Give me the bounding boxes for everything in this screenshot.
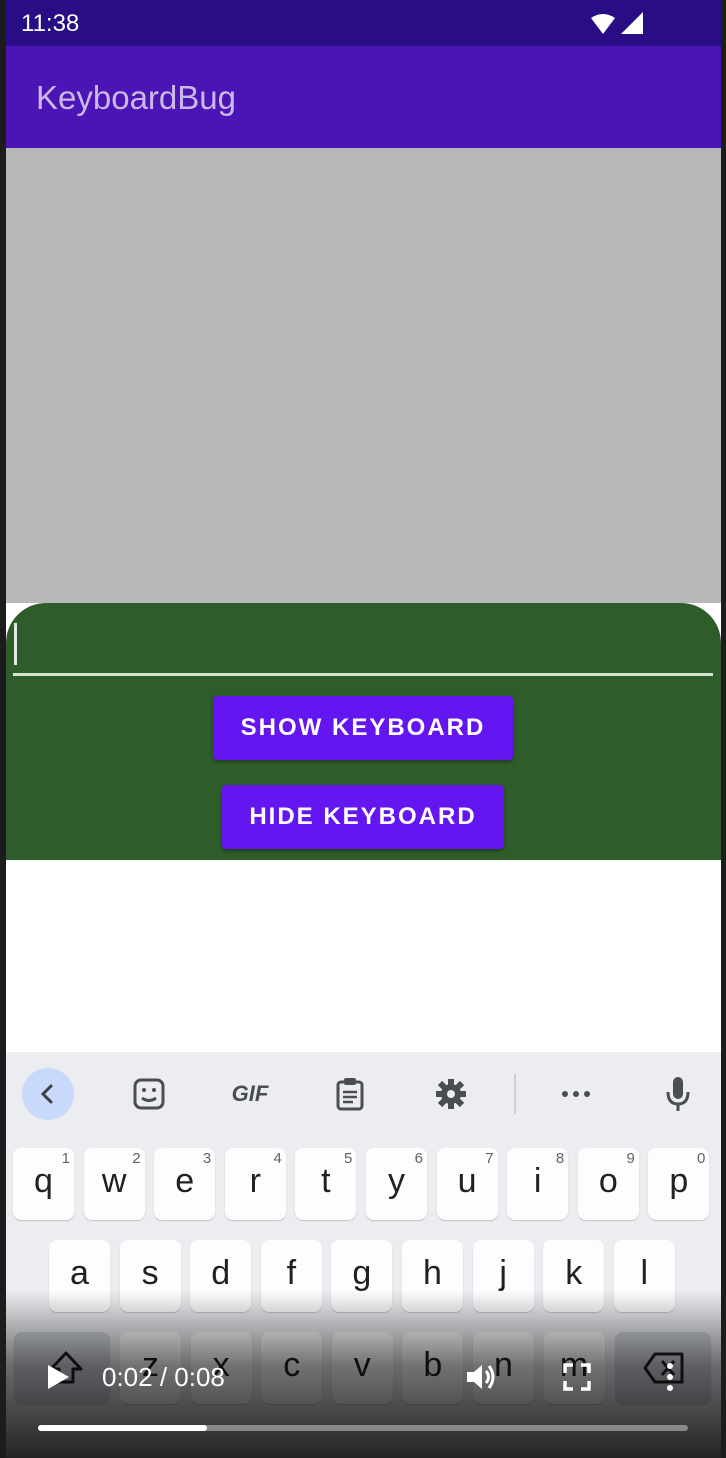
video-time: 0:02 / 0:08 xyxy=(102,1362,225,1392)
key-label: o xyxy=(598,1162,618,1200)
status-bar: 11:38 xyxy=(6,0,721,46)
key-h[interactable]: h xyxy=(402,1240,463,1312)
status-icons xyxy=(591,12,643,34)
more-horiz-icon xyxy=(562,1091,590,1097)
keyboard-toolbar: GIF xyxy=(6,1052,721,1136)
blank-area xyxy=(6,860,721,1052)
more-button[interactable] xyxy=(550,1068,602,1120)
key-label: w xyxy=(101,1162,127,1200)
key-label: u xyxy=(457,1162,477,1200)
key-q[interactable]: 1q xyxy=(13,1148,74,1220)
key-label: e xyxy=(175,1162,195,1200)
key-o[interactable]: 9o xyxy=(577,1148,639,1220)
text-input[interactable] xyxy=(13,617,713,676)
key-s[interactable]: s xyxy=(119,1240,181,1312)
toolbar-divider xyxy=(514,1074,516,1114)
cell-signal-icon xyxy=(621,12,643,34)
app-bar: KeyboardBug xyxy=(6,46,721,148)
key-label: p xyxy=(669,1162,689,1200)
key-label: j xyxy=(499,1254,507,1292)
key-t[interactable]: 5t xyxy=(295,1148,357,1220)
video-progress-bar[interactable] xyxy=(38,1425,688,1431)
key-g[interactable]: g xyxy=(331,1240,393,1312)
key-label: t xyxy=(321,1162,331,1200)
key-e[interactable]: 3e xyxy=(154,1148,216,1220)
keyboard-back-button[interactable] xyxy=(22,1068,74,1120)
key-label: q xyxy=(34,1162,53,1200)
fullscreen-icon[interactable] xyxy=(562,1362,592,1392)
key-y[interactable]: 6y xyxy=(366,1148,427,1220)
status-time: 11:38 xyxy=(21,10,80,37)
key-w[interactable]: 2w xyxy=(83,1148,145,1220)
phone-screen: 11:38 KeyboardBug SHOW KEYBOARD HIDE KEY… xyxy=(6,0,721,1458)
settings-button[interactable] xyxy=(425,1068,477,1120)
clipboard-icon xyxy=(336,1078,364,1111)
gear-icon xyxy=(436,1079,466,1109)
video-controls: 0:02 / 0:08 xyxy=(6,1340,721,1458)
key-label: d xyxy=(211,1254,231,1292)
key-p[interactable]: 0p xyxy=(648,1148,710,1220)
key-label: y xyxy=(388,1162,405,1200)
key-r[interactable]: 4r xyxy=(224,1148,286,1220)
key-i[interactable]: 8i xyxy=(507,1148,569,1220)
more-vert-icon[interactable] xyxy=(662,1360,678,1394)
mic-button[interactable] xyxy=(652,1068,704,1120)
key-d[interactable]: d xyxy=(190,1240,252,1312)
text-cursor xyxy=(14,623,17,665)
show-keyboard-button[interactable]: SHOW KEYBOARD xyxy=(213,696,513,760)
mic-icon xyxy=(666,1077,690,1111)
app-title: KeyboardBug xyxy=(36,79,236,116)
key-label: i xyxy=(533,1162,542,1200)
key-f[interactable]: f xyxy=(260,1240,322,1312)
key-k[interactable]: k xyxy=(543,1240,605,1312)
key-j[interactable]: j xyxy=(472,1240,534,1312)
clipboard-button[interactable] xyxy=(324,1068,376,1120)
chevron-left-icon xyxy=(40,1084,53,1104)
key-label: k xyxy=(565,1254,583,1292)
key-a[interactable]: a xyxy=(49,1240,110,1312)
key-label: h xyxy=(423,1254,442,1292)
key-label: a xyxy=(70,1254,89,1292)
wifi-icon xyxy=(591,14,615,34)
key-l[interactable]: l xyxy=(613,1240,675,1312)
key-label: r xyxy=(249,1162,261,1200)
sticker-button[interactable] xyxy=(123,1068,175,1120)
key-u[interactable]: 7u xyxy=(436,1148,498,1220)
hide-keyboard-button[interactable]: HIDE KEYBOARD xyxy=(222,785,504,849)
key-label: f xyxy=(286,1254,297,1292)
content-area xyxy=(6,148,721,603)
gif-button[interactable]: GIF xyxy=(224,1068,276,1120)
volume-icon[interactable] xyxy=(464,1360,498,1394)
key-label: l xyxy=(640,1254,649,1292)
key-label: g xyxy=(352,1254,372,1292)
key-label: s xyxy=(141,1254,159,1292)
video-progress-fill xyxy=(38,1425,207,1431)
play-icon[interactable] xyxy=(42,1362,72,1392)
input-panel: SHOW KEYBOARD HIDE KEYBOARD xyxy=(6,603,721,860)
sticker-icon xyxy=(133,1078,165,1110)
